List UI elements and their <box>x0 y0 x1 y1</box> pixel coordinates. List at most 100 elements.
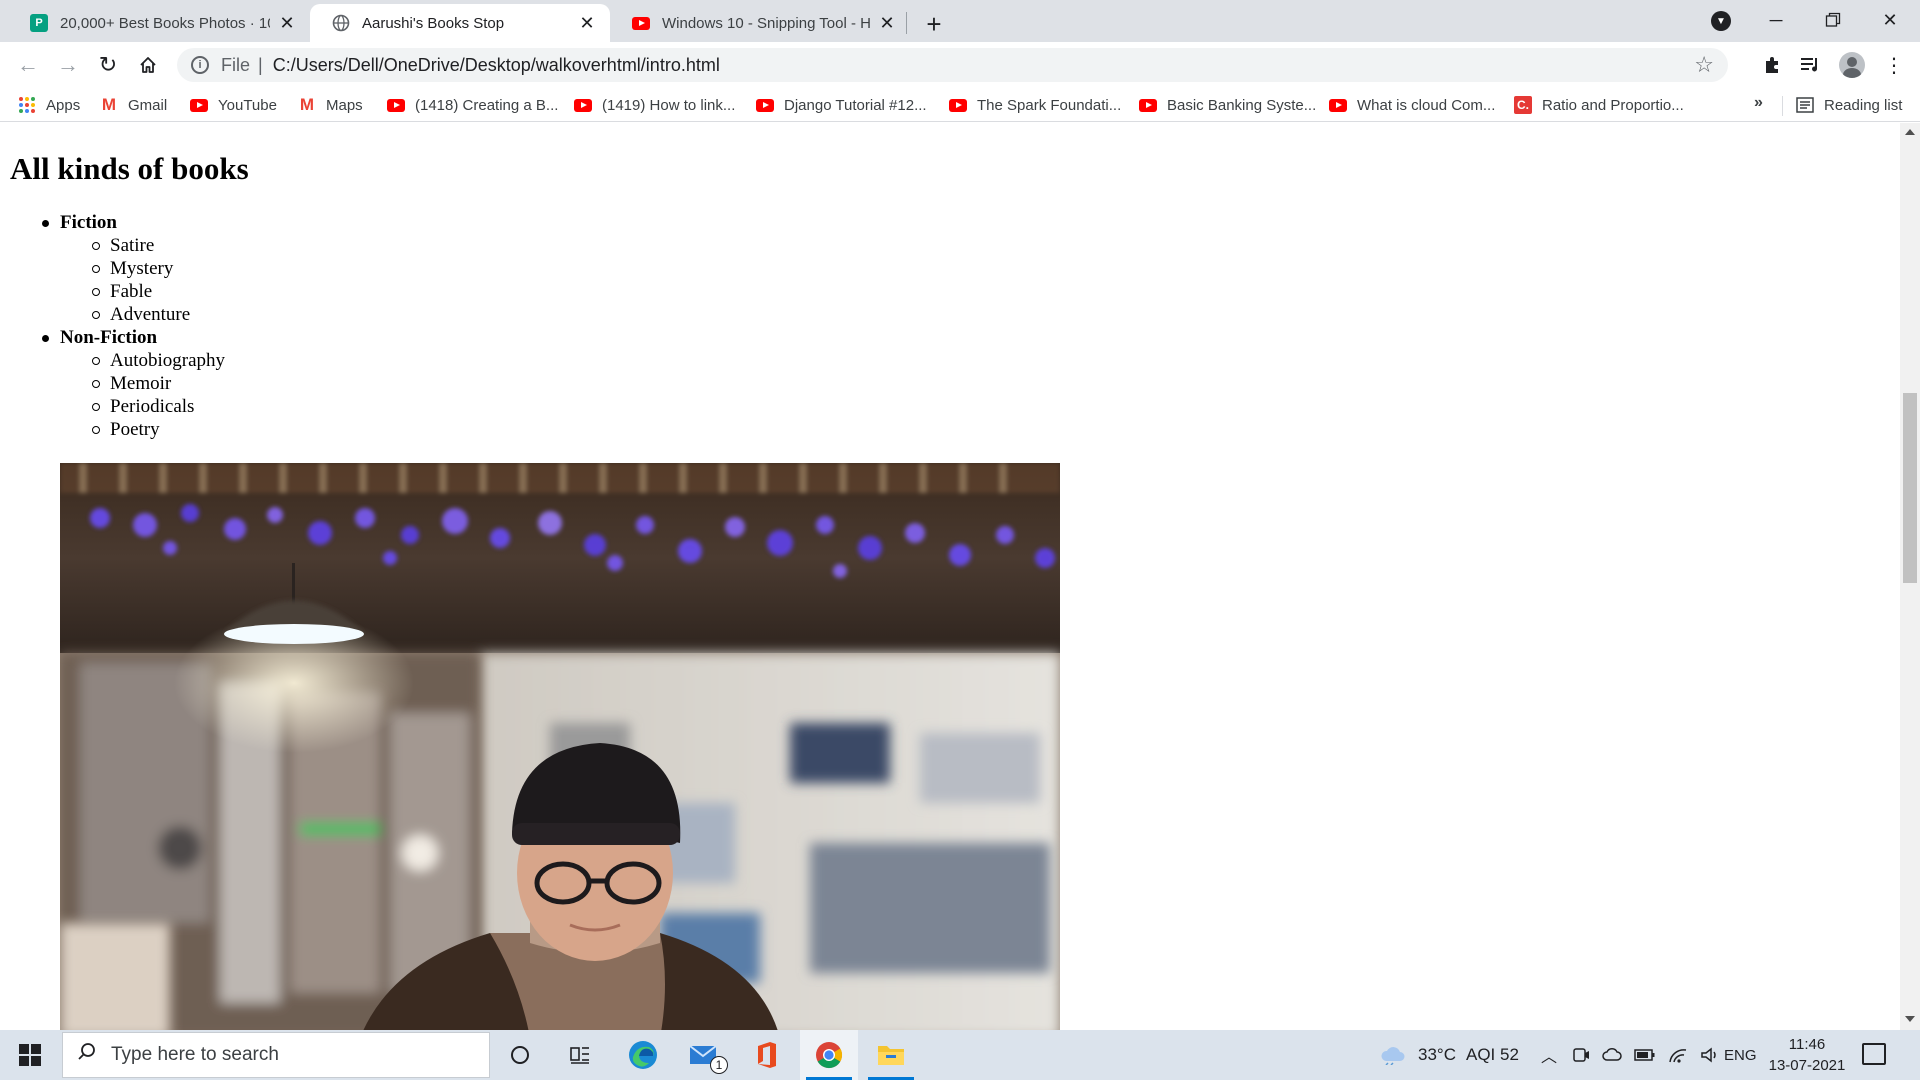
bookmark-cloud[interactable]: What is cloud Com... <box>1329 94 1495 116</box>
avatar-icon <box>1839 52 1865 78</box>
bookmark-gmail[interactable]: M Gmail <box>100 94 167 116</box>
reload-icon[interactable]: ↻ <box>92 49 124 81</box>
mail-badge: 1 <box>710 1056 728 1074</box>
reading-list-icon <box>1796 97 1814 113</box>
volume-icon[interactable] <box>1700 1046 1720 1064</box>
scroll-down-arrow-icon[interactable] <box>1905 1016 1915 1022</box>
cortana-button[interactable] <box>491 1030 549 1080</box>
search-placeholder: Type here to search <box>111 1044 279 1065</box>
bookmark-spark[interactable]: The Spark Foundati... <box>949 94 1121 116</box>
tab-books-photos[interactable]: P 20,000+ Best Books Photos · 100 ✕ <box>8 4 310 42</box>
list-item: Periodicals <box>91 395 225 418</box>
chrome-icon <box>816 1042 843 1069</box>
extensions-icon[interactable] <box>1758 51 1786 79</box>
home-icon[interactable] <box>132 49 164 81</box>
globe-icon <box>332 14 350 32</box>
bookmark-maps[interactable]: M Maps <box>298 94 363 116</box>
notifications-icon[interactable] <box>1862 1043 1886 1065</box>
bookmark-label: YouTube <box>218 96 277 114</box>
gmail-icon: M <box>101 95 117 114</box>
bookmark-creating[interactable]: (1418) Creating a B... <box>387 94 558 116</box>
back-arrow-icon[interactable]: ← <box>12 49 44 81</box>
bookmark-youtube[interactable]: YouTube <box>190 94 277 116</box>
bookmark-ratio[interactable]: C. Ratio and Proportio... <box>1514 94 1684 116</box>
tab-separator <box>906 12 907 34</box>
taskbar-clock[interactable]: 11:46 13-07-2021 <box>1768 1034 1846 1076</box>
battery-icon[interactable] <box>1634 1048 1656 1062</box>
bookmarks-overflow-chevron-icon[interactable]: » <box>1754 94 1763 112</box>
scroll-up-arrow-icon[interactable] <box>1905 129 1915 135</box>
page-scrollbar[interactable] <box>1900 123 1920 1030</box>
close-window-button[interactable]: ✕ <box>1860 0 1920 40</box>
new-tab-button[interactable]: + <box>918 8 950 40</box>
onedrive-cloud-icon[interactable] <box>1602 1046 1622 1064</box>
pexels-favicon-icon: P <box>30 14 48 32</box>
folder-icon <box>878 1046 904 1065</box>
restore-button[interactable] <box>1803 0 1863 40</box>
forward-arrow-icon[interactable]: → <box>52 49 84 81</box>
youtube-icon <box>574 98 592 112</box>
show-hidden-icons-button[interactable]: ︿ <box>1541 1030 1557 1080</box>
office-app[interactable] <box>738 1030 796 1080</box>
youtube-icon <box>190 98 208 112</box>
youtube-icon <box>756 98 774 112</box>
page-viewport: All kinds of books Fiction Satire Myster… <box>0 123 1900 1030</box>
close-tab-icon[interactable]: ✕ <box>276 12 298 34</box>
menu-kebab-icon[interactable]: ⋮ <box>1880 51 1908 79</box>
bookmark-label: The Spark Foundati... <box>977 96 1122 114</box>
mail-app[interactable]: 1 <box>676 1030 734 1080</box>
weather-temp: 33°C <box>1418 1045 1456 1064</box>
scrollbar-thumb[interactable] <box>1903 393 1917 583</box>
category-label: Fiction <box>60 212 117 233</box>
bookmark-banking[interactable]: Basic Banking Syste... <box>1139 94 1316 116</box>
site-info-icon[interactable]: i <box>191 56 209 74</box>
list-item: Autobiography <box>91 350 226 371</box>
category-label: Non-Fiction <box>60 327 158 348</box>
tab-books-stop[interactable]: Aarushi's Books Stop ✕ <box>310 4 610 42</box>
youtube-icon <box>387 98 405 112</box>
tab-strip: P 20,000+ Best Books Photos · 100 ✕ Aaru… <box>0 0 1920 42</box>
url-text[interactable]: C:/Users/Dell/OneDrive/Desktop/walkoverh… <box>273 55 720 76</box>
file-explorer-app[interactable] <box>862 1030 920 1080</box>
task-view-button[interactable] <box>551 1030 609 1080</box>
start-button[interactable] <box>0 1030 60 1080</box>
media-controls-icon[interactable] <box>1797 51 1825 79</box>
bookmark-label: Maps <box>326 96 363 114</box>
bookmark-how-to-link[interactable]: (1419) How to link... <box>574 94 735 116</box>
tab-snipping-tool[interactable]: Windows 10 - Snipping Tool - Ho ✕ <box>610 4 910 42</box>
bookmarks-separator <box>1782 96 1783 116</box>
bookmark-label: What is cloud Com... <box>1357 96 1496 114</box>
chevron-up-icon: ︿ <box>1541 1049 1558 1066</box>
close-tab-icon[interactable]: ✕ <box>576 12 598 34</box>
meet-now-icon[interactable] <box>1572 1046 1590 1064</box>
profile-avatar[interactable] <box>1838 51 1866 79</box>
reading-list-button[interactable]: Reading list <box>1796 94 1902 116</box>
bookmarks-bar: Apps M Gmail YouTube M Maps (1418) Creat… <box>0 88 1920 122</box>
clock-time: 11:46 <box>1788 1036 1826 1053</box>
weather-widget[interactable]: 33°C AQI 52 <box>1380 1030 1519 1080</box>
taskbar-search-box[interactable]: Type here to search <box>62 1032 490 1078</box>
bookmark-label: (1418) Creating a B... <box>415 96 559 114</box>
edge-app[interactable] <box>614 1030 672 1080</box>
wifi-icon[interactable] <box>1668 1046 1688 1064</box>
youtube-icon <box>632 14 650 32</box>
bookmark-label: Basic Banking Syste... <box>1167 96 1317 114</box>
chrome-app[interactable] <box>800 1030 858 1080</box>
list-item: Satire <box>91 234 225 257</box>
search-icon <box>77 1042 97 1068</box>
list-item: Adventure <box>91 303 225 326</box>
bookmark-label: Apps <box>46 96 81 114</box>
close-tab-icon[interactable]: ✕ <box>876 12 898 34</box>
bookmark-star-icon[interactable]: ☆ <box>1694 52 1714 78</box>
tab-title: 20,000+ Best Books Photos · 100 <box>60 14 270 32</box>
tab-search-icon[interactable]: ▼ <box>1711 11 1731 31</box>
bookmark-label: (1419) How to link... <box>602 96 736 114</box>
c-logo-icon: C. <box>1514 96 1532 114</box>
address-bar[interactable]: i File | C:/Users/Dell/OneDrive/Desktop/… <box>177 48 1728 82</box>
input-language-button[interactable]: ENG <box>1724 1030 1757 1080</box>
bookmark-django[interactable]: Django Tutorial #12... <box>756 94 927 116</box>
bookmark-apps[interactable]: Apps <box>18 94 80 116</box>
minimize-button[interactable]: ─ <box>1746 0 1806 40</box>
bookmark-label: Ratio and Proportio... <box>1542 96 1684 114</box>
youtube-icon <box>1329 98 1347 112</box>
